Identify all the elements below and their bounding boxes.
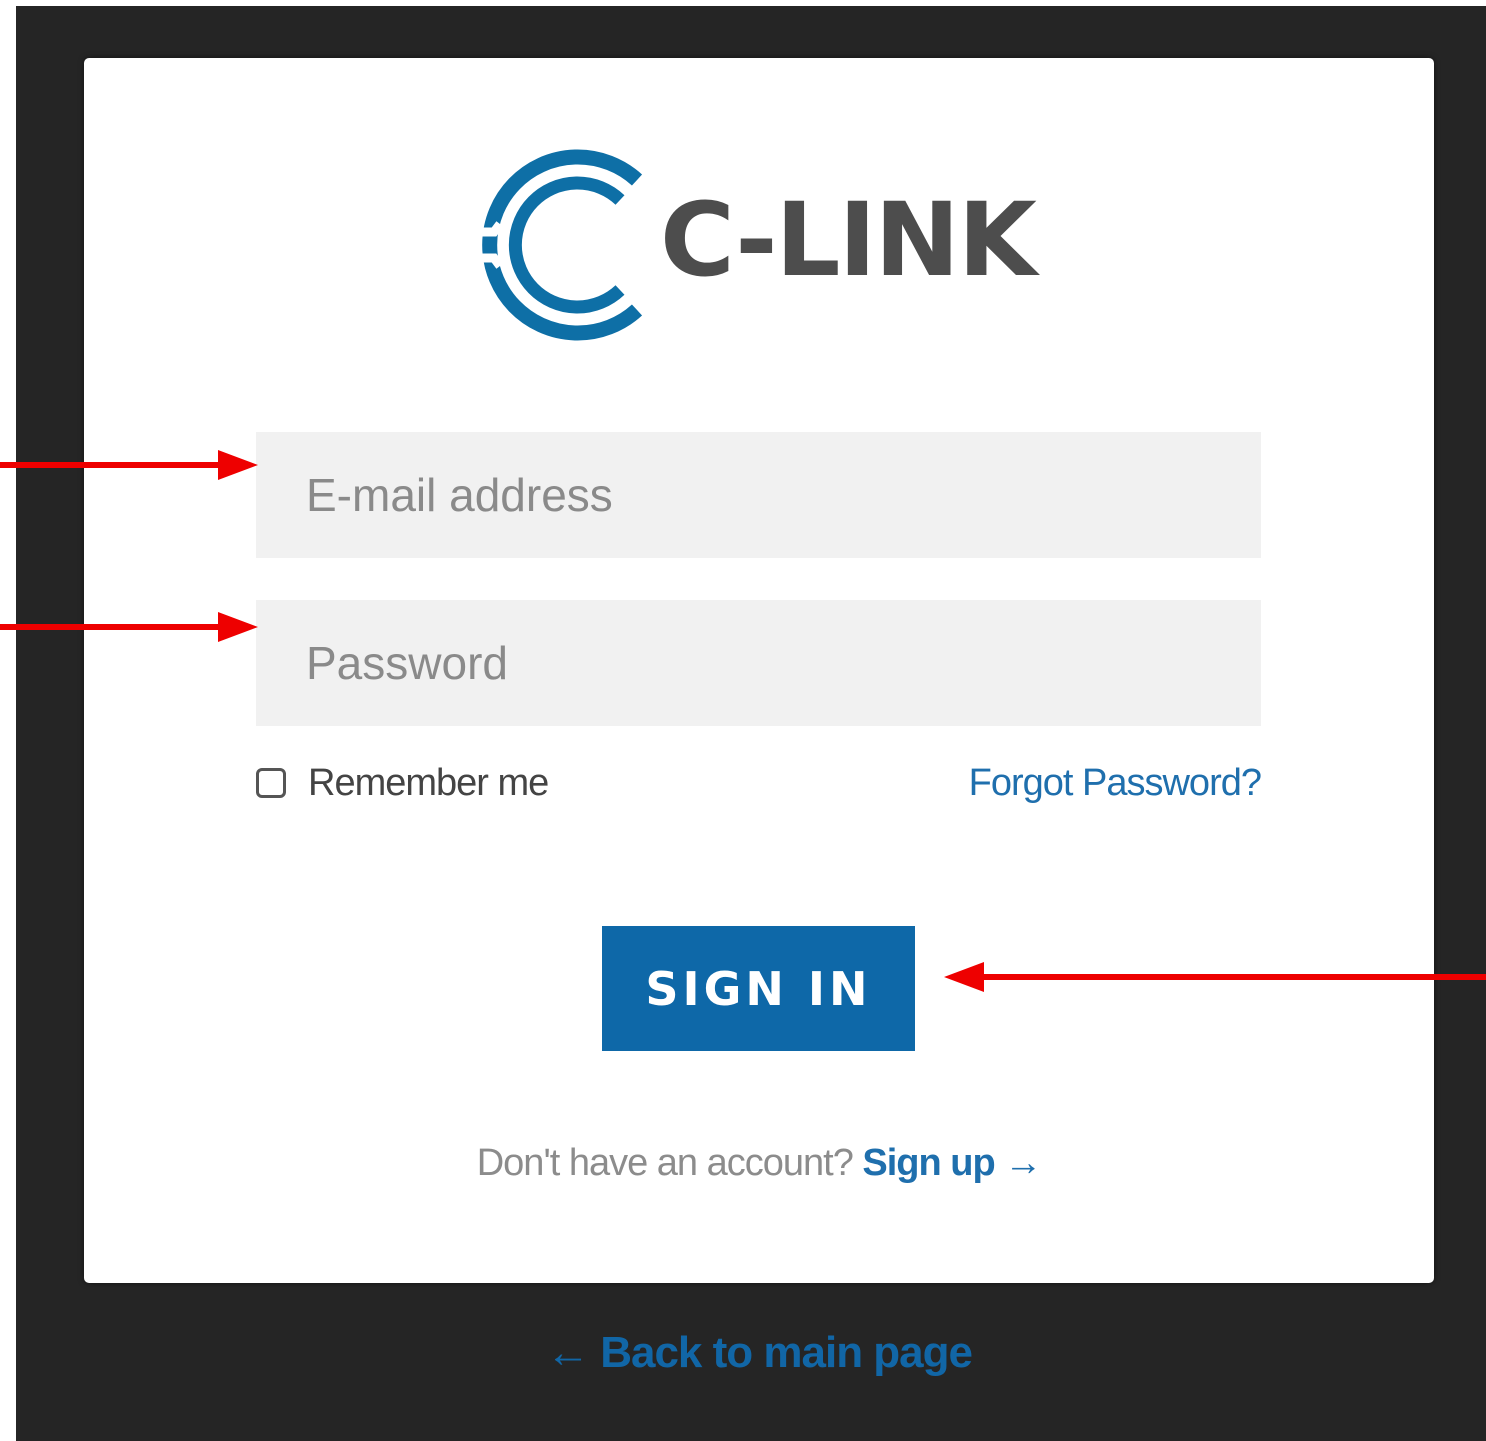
password-field[interactable] (256, 600, 1261, 726)
sign-in-button[interactable]: SIGN IN (602, 926, 915, 1051)
sign-up-link[interactable]: Sign up → (862, 1142, 1042, 1184)
right-arrow-icon (0, 450, 258, 480)
c-link-logo: C-LINK (452, 140, 1072, 360)
remember-me-checkbox[interactable] (256, 768, 286, 798)
right-arrow-icon (0, 612, 258, 642)
forgot-password-link[interactable]: Forgot Password? (969, 758, 1262, 808)
arrow-to-email (0, 450, 260, 480)
back-to-main-page-link[interactable]: ← Back to main page (84, 1328, 1434, 1378)
screenshot-stage: C-LINK Remember me Forgot Password? SIGN… (0, 0, 1486, 1441)
remember-me-option[interactable]: Remember me (256, 758, 549, 808)
signup-row: Don't have an account? Sign up → (84, 1142, 1434, 1185)
arrow-to-sign-in (942, 962, 1486, 992)
remember-me-label: Remember me (308, 761, 549, 804)
c-link-logo-icon (467, 149, 643, 341)
email-field[interactable] (256, 432, 1261, 558)
arrow-to-password (0, 612, 260, 642)
signup-prompt: Don't have an account? (476, 1142, 854, 1184)
left-arrow-icon (944, 962, 1486, 992)
c-link-logo-text: C-LINK (660, 181, 1037, 300)
